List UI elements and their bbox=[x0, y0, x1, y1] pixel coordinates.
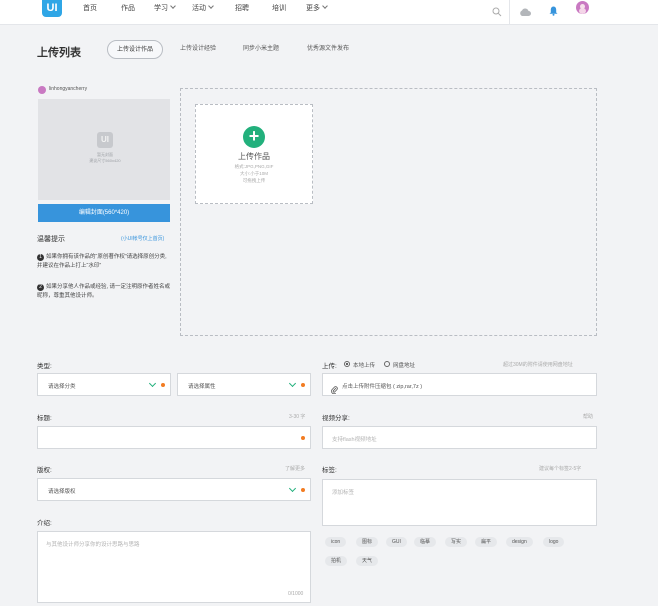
cloud-upload-icon[interactable] bbox=[519, 4, 531, 22]
required-dot bbox=[161, 383, 165, 387]
plus-icon[interactable]: + bbox=[243, 126, 265, 148]
rights-label: 版权: bbox=[37, 467, 52, 474]
tag-chip[interactable]: GUI bbox=[386, 537, 407, 547]
tag-chip[interactable]: icon bbox=[325, 537, 347, 547]
number-badge: 2 bbox=[37, 284, 44, 291]
tags-hint: 建议每个标签2-5字 bbox=[539, 466, 582, 472]
nav-divider bbox=[509, 0, 510, 25]
upload-size-hint: 大小:小于10M bbox=[239, 171, 268, 176]
video-label: 视频分享: bbox=[322, 415, 350, 422]
intro-char-count: 0/1000 bbox=[288, 591, 304, 597]
chevron-down-icon bbox=[322, 3, 328, 9]
bell-icon[interactable] bbox=[549, 3, 558, 21]
tips-title: 温馨提示 bbox=[37, 236, 65, 243]
title-label: 标题: bbox=[37, 415, 52, 422]
type-label: 类型: bbox=[37, 363, 52, 370]
attribute-select[interactable]: 请选择属性 bbox=[177, 373, 311, 396]
cover-size-hint: 建议尺寸560x420 bbox=[89, 158, 121, 163]
tips-link[interactable]: (小UI帐号仅上首页) bbox=[121, 235, 164, 242]
tag-chip[interactable]: 拍机 bbox=[325, 556, 348, 566]
edit-cover-button[interactable]: 编辑封面(560*420) bbox=[38, 204, 170, 222]
chevron-down-icon bbox=[288, 484, 297, 493]
tag-chip[interactable]: 临摹 bbox=[414, 537, 437, 547]
chevron-down-icon bbox=[170, 3, 176, 9]
tip-item: 2 如果分享他人作品或经验, 请一定注明原作者姓名或昵称，尊重其他设计师。 bbox=[37, 284, 171, 299]
chevron-down-icon bbox=[288, 379, 297, 388]
nav-events[interactable]: 活动 bbox=[192, 3, 214, 13]
page-title: 上传列表 bbox=[37, 47, 81, 59]
number-badge: 1 bbox=[37, 254, 44, 261]
title-length-hint: 3-30 字 bbox=[289, 414, 306, 420]
rights-select[interactable]: 请选择版权 bbox=[37, 478, 311, 501]
paperclip-icon bbox=[331, 381, 338, 399]
tag-chip[interactable]: 扁平 bbox=[475, 537, 498, 547]
required-dot bbox=[301, 383, 305, 387]
tab-sync-mi-theme[interactable]: 同步小米主题 bbox=[243, 40, 279, 59]
tag-chip[interactable]: design bbox=[506, 537, 533, 547]
chevron-down-icon bbox=[208, 3, 214, 9]
radio-cloud[interactable] bbox=[384, 361, 390, 367]
radio-local-label[interactable]: 本地上传 bbox=[353, 361, 375, 369]
video-help-link[interactable]: 帮助 bbox=[583, 413, 593, 420]
nav-works[interactable]: 作品 bbox=[121, 3, 135, 13]
top-nav bbox=[0, 0, 658, 25]
attachment-upload-field[interactable]: 点击上传附件压缩包 ( zip,rar,7z ) bbox=[322, 373, 597, 396]
nav-jobs[interactable]: 招聘 bbox=[235, 3, 249, 13]
rights-more-link[interactable]: 了解更多 bbox=[285, 465, 305, 472]
intro-label: 介绍: bbox=[37, 520, 52, 527]
required-dot bbox=[301, 488, 305, 492]
site-logo[interactable]: UI bbox=[42, 0, 62, 17]
cover-preview bbox=[38, 99, 170, 200]
video-url-input[interactable]: 支持flash视频地址 bbox=[322, 426, 597, 449]
radio-cloud-label[interactable]: 网盘地址 bbox=[393, 361, 415, 369]
radio-local[interactable] bbox=[344, 361, 350, 367]
upload-drag-hint: 可拖拽上传 bbox=[242, 178, 266, 183]
upload-format-hint: 格式:JPG,PNG,GIF bbox=[234, 164, 274, 169]
search-icon[interactable] bbox=[492, 4, 502, 22]
intro-textarea[interactable]: 与其他设计师分享你的设计思路与思路 0/1000 bbox=[37, 531, 311, 603]
tab-source-file[interactable]: 优秀源文件发布 bbox=[307, 40, 349, 59]
title-input[interactable] bbox=[37, 426, 311, 449]
tab-upload-design[interactable]: 上传设计作品 bbox=[107, 40, 164, 59]
avatar bbox=[38, 86, 46, 94]
nav-home[interactable]: 首页 bbox=[83, 3, 97, 13]
chevron-down-icon bbox=[148, 379, 157, 388]
tags-label: 标签: bbox=[322, 467, 337, 474]
nav-training[interactable]: 培训 bbox=[272, 3, 286, 13]
nav-more[interactable]: 更多 bbox=[306, 3, 328, 13]
required-dot bbox=[301, 436, 305, 440]
tag-chip[interactable]: 图标 bbox=[356, 537, 379, 547]
cover-placeholder-logo: UI bbox=[97, 132, 113, 148]
tab-upload-experience[interactable]: 上传设计经验 bbox=[180, 40, 216, 59]
upload-title: 上传作品 bbox=[238, 152, 270, 161]
upload-label: 上传: bbox=[322, 363, 337, 370]
tag-chip[interactable]: 天气 bbox=[356, 556, 379, 566]
username: linhongyancherry bbox=[49, 86, 88, 92]
upload-hint: 超过30M的附件请使用网盘地址 bbox=[503, 362, 573, 368]
nav-learn[interactable]: 学习 bbox=[154, 3, 176, 13]
user-avatar[interactable] bbox=[576, 1, 589, 14]
tags-input[interactable]: 添加标签 bbox=[322, 479, 597, 526]
category-select[interactable]: 请选择分类 bbox=[37, 373, 171, 396]
tag-chip[interactable]: 写实 bbox=[445, 537, 468, 547]
tag-chip[interactable]: logo bbox=[543, 537, 565, 547]
tip-item: 1 如果你拥有该作品的“原创著作权”请选择原创分类, 并建议在作品上打上“水印” bbox=[37, 254, 167, 269]
